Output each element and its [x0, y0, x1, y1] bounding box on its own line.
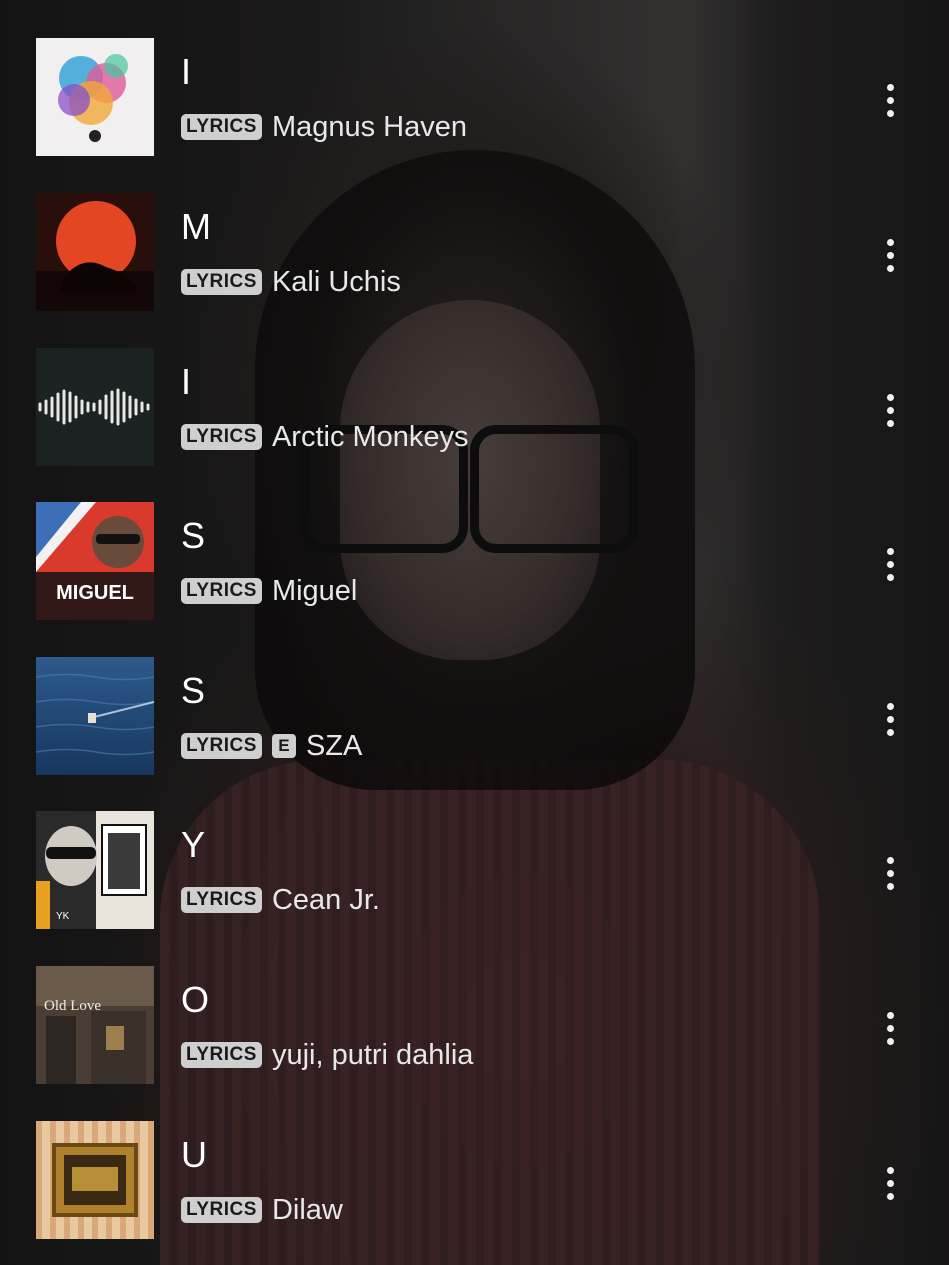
track-meta: LYRICS Dilaw	[181, 1193, 343, 1227]
lyrics-badge: LYRICS	[181, 424, 262, 450]
track-row[interactable]: S LYRICS E SZA	[0, 657, 949, 781]
album-art-old-love: Old Love	[36, 966, 154, 1084]
track-title: O	[181, 979, 210, 1020]
more-options-icon[interactable]	[870, 76, 910, 124]
more-options-icon[interactable]	[870, 695, 910, 743]
album-art-miguel: MIGUEL	[36, 502, 154, 620]
lyrics-badge: LYRICS	[181, 733, 262, 759]
explicit-badge: E	[271, 734, 296, 758]
track-title: S	[181, 670, 206, 711]
track-artist: Miguel	[271, 575, 358, 607]
svg-text:Old Love: Old Love	[44, 998, 101, 1014]
more-options-icon[interactable]	[870, 849, 910, 897]
more-options-icon[interactable]	[870, 231, 910, 279]
track-title: U	[181, 1134, 207, 1175]
svg-text:YK: YK	[56, 911, 70, 922]
track-row[interactable]: Old Love O LYRICS yuji, putri dahlia	[0, 966, 949, 1090]
lyrics-badge: LYRICS	[181, 1042, 262, 1068]
track-title: M	[181, 206, 211, 247]
track-title: S	[181, 515, 206, 556]
track-meta: LYRICS yuji, putri dahlia	[181, 1038, 473, 1072]
track-title: I	[181, 51, 192, 92]
track-meta: LYRICS Cean Jr.	[181, 883, 380, 917]
more-options-icon[interactable]	[870, 386, 910, 434]
track-artist: yuji, putri dahlia	[271, 1039, 474, 1071]
track-meta: LYRICS Miguel	[181, 574, 357, 608]
track-artist: Arctic Monkeys	[271, 421, 469, 453]
more-options-icon[interactable]	[870, 1159, 910, 1207]
lyrics-badge: LYRICS	[181, 887, 262, 913]
lyrics-badge: LYRICS	[181, 114, 262, 140]
album-art-arctic-monkeys	[36, 348, 154, 466]
album-art-dilaw	[36, 1121, 154, 1239]
track-artist: Kali Uchis	[271, 266, 401, 298]
track-artist: Cean Jr.	[271, 884, 380, 916]
album-art-sza	[36, 657, 154, 775]
track-row[interactable]: M LYRICS Kali Uchis	[0, 193, 949, 317]
track-artist: SZA	[305, 730, 363, 762]
track-meta: LYRICS Arctic Monkeys	[181, 420, 469, 454]
track-meta: LYRICS Magnus Haven	[181, 110, 467, 144]
track-row[interactable]: I LYRICS Magnus Haven	[0, 38, 949, 162]
lyrics-badge: LYRICS	[181, 1197, 262, 1223]
track-row[interactable]: U LYRICS Dilaw	[0, 1121, 949, 1245]
track-meta: LYRICS Kali Uchis	[181, 265, 401, 299]
album-art-kali-uchis	[36, 193, 154, 311]
album-art-magnus-haven	[36, 38, 154, 156]
lyrics-badge: LYRICS	[181, 578, 262, 604]
more-options-icon[interactable]	[870, 540, 910, 588]
lyrics-badge: LYRICS	[181, 269, 262, 295]
track-row[interactable]: YK Y LYRICS Cean Jr.	[0, 811, 949, 935]
track-artist: Dilaw	[271, 1194, 343, 1226]
track-title: Y	[181, 824, 206, 865]
more-options-icon[interactable]	[870, 1004, 910, 1052]
svg-text:MIGUEL: MIGUEL	[56, 582, 134, 604]
track-title: I	[181, 361, 192, 402]
track-meta: LYRICS E SZA	[181, 729, 362, 763]
track-row[interactable]: I LYRICS Arctic Monkeys	[0, 348, 949, 472]
album-art-cean-jr: YK	[36, 811, 154, 929]
track-row[interactable]: MIGUEL S LYRICS Miguel	[0, 502, 949, 626]
track-artist: Magnus Haven	[271, 111, 467, 143]
